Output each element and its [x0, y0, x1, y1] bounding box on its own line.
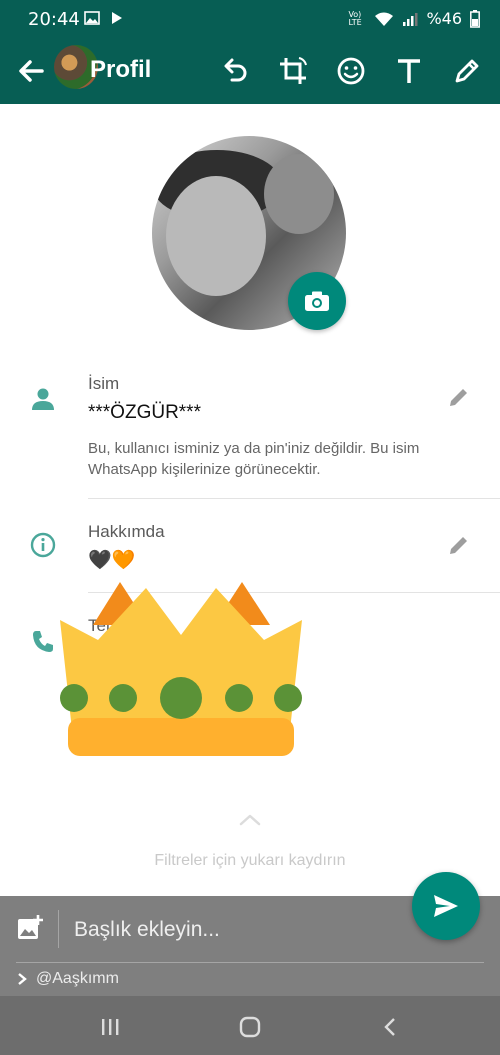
back-arrow-icon[interactable] [14, 54, 48, 88]
name-description: Bu, kullanıcı isminiz ya da pin'iniz değ… [88, 440, 420, 478]
draw-button[interactable] [448, 52, 486, 90]
pencil-icon [455, 59, 479, 83]
emoji-button[interactable] [332, 52, 370, 90]
play-notification-icon [112, 12, 122, 24]
recipient-name: @Aaşkımm [36, 970, 119, 987]
gallery-notification-icon [84, 11, 100, 25]
photo-baby-shape [264, 154, 334, 234]
undo-button[interactable] [216, 52, 254, 90]
wifi-icon [375, 12, 394, 26]
signal-icon [403, 12, 418, 26]
status-left-icons [84, 10, 124, 26]
about-label: Hakkımda [88, 522, 165, 541]
status-time: 20:44 [28, 9, 80, 30]
undo-icon [224, 58, 247, 82]
system-nav-bar [0, 996, 500, 1055]
volte-label: Vo) LTE [348, 9, 362, 27]
editor-toolbar [216, 52, 486, 90]
text-button[interactable] [390, 52, 428, 90]
nav-back-icon [384, 1018, 395, 1036]
add-image-icon[interactable] [16, 914, 44, 942]
name-row[interactable]: İsim ***ÖZGÜR*** Bu, kullanıcı isminiz y… [0, 372, 500, 497]
status-bar: 20:44 Vo) LTE %46 [0, 0, 500, 38]
camera-icon [305, 291, 329, 311]
battery-icon [470, 9, 480, 28]
name-value: ***ÖZGÜR*** [88, 402, 201, 423]
crown-gem [109, 684, 137, 712]
name-label: İsim [88, 374, 120, 393]
crown-gem [160, 677, 202, 719]
edit-name-pencil-icon[interactable] [448, 386, 470, 408]
caption-divider [16, 962, 484, 963]
send-icon [434, 895, 458, 917]
divider [88, 498, 500, 499]
caption-separator [58, 910, 59, 948]
phone-icon [33, 631, 53, 652]
photo-face-shape [166, 176, 266, 296]
send-button[interactable] [412, 872, 480, 940]
crop-rotate-button[interactable] [274, 52, 312, 90]
crop-rotate-icon [280, 57, 307, 84]
chevron-right-icon [18, 973, 27, 985]
app-bar: Profil [0, 38, 500, 104]
about-value: 🖤🧡 [88, 550, 136, 571]
emoji-icon [337, 57, 365, 85]
edit-about-pencil-icon[interactable] [448, 534, 470, 556]
battery-percent: %46 [426, 9, 462, 28]
caption-input[interactable] [72, 914, 406, 946]
crown-gem [60, 684, 88, 712]
home-icon [239, 1016, 261, 1038]
image-canvas: İsim ***ÖZGÜR*** Bu, kullanıcı isminiz y… [0, 104, 500, 894]
crown-gem [225, 684, 253, 712]
recipient-chip[interactable]: @Aaşkımm [16, 970, 119, 988]
filter-swipe-hint: Filtreler için yukarı kaydırın [154, 852, 346, 869]
crown-sticker[interactable] [58, 580, 304, 756]
crown-base [68, 718, 294, 756]
text-icon [398, 59, 420, 83]
recent-apps-button[interactable] [95, 1012, 125, 1042]
status-right: Vo) LTE %46 [348, 9, 480, 28]
nav-back-button[interactable] [375, 1012, 405, 1042]
person-icon [32, 388, 54, 410]
chevron-up-icon [239, 814, 261, 826]
change-photo-button[interactable] [288, 272, 346, 330]
crown-gem [274, 684, 302, 712]
page-title: Profil [90, 56, 152, 83]
recent-apps-icon [102, 1019, 119, 1035]
info-icon [30, 532, 56, 558]
home-button[interactable] [235, 1012, 265, 1042]
